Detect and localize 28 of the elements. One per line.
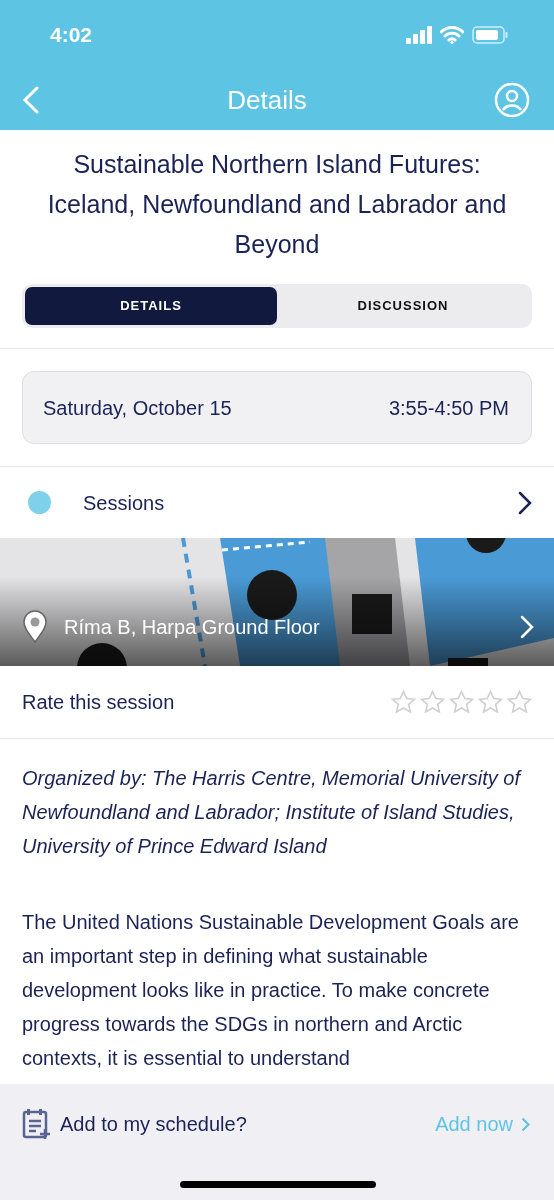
signal-icon [406,26,432,44]
chevron-right-icon [521,1116,530,1132]
clock-time: 4:02 [50,22,93,49]
star-icon[interactable] [507,690,532,714]
description-text: The United Nations Sustainable Development Goals are an important step in defining what sustainable development looks like in practice. To make concrete progress towards the SDGs in northern and Arctic contexts, it is essential to understand [21,910,520,1071]
chevron-right-icon [518,490,532,515]
back-icon[interactable] [22,86,40,114]
profile-icon[interactable] [494,82,530,118]
segment-tab[interactable]: DISCUSSION [277,287,529,325]
rating-label: Rate this session [22,690,175,715]
session-time: 3:55-4:50 PM [388,395,509,421]
star-icon[interactable] [391,690,416,714]
screen-title: Details [227,83,307,117]
session-title: Sustainable Northern Island Futures: Iceland, Newfoundland and Labrador and Beyond [46,149,508,260]
battery-icon [472,26,508,44]
star-icon[interactable] [478,690,503,714]
chevron-right-icon [520,615,534,639]
session-date: Saturday, October 15 [43,395,232,421]
star-icon[interactable] [449,690,474,714]
star-icon[interactable] [420,690,445,714]
calendar-add-icon [22,1108,52,1140]
segment-tab[interactable]: DETAILS [25,287,277,325]
sessions-label: Sessions [83,490,166,516]
sessions-row[interactable]: Sessions [0,467,554,538]
wifi-icon [440,26,464,44]
schedule-prompt: Add to my schedule? [60,1112,248,1137]
location-pin-icon [22,610,48,644]
organizer-text: Organized by: The Harris Centre, Memorial University of Newfoundland and Labrador; Institute of Island Studies, University of Prince Edward Island [21,766,523,859]
